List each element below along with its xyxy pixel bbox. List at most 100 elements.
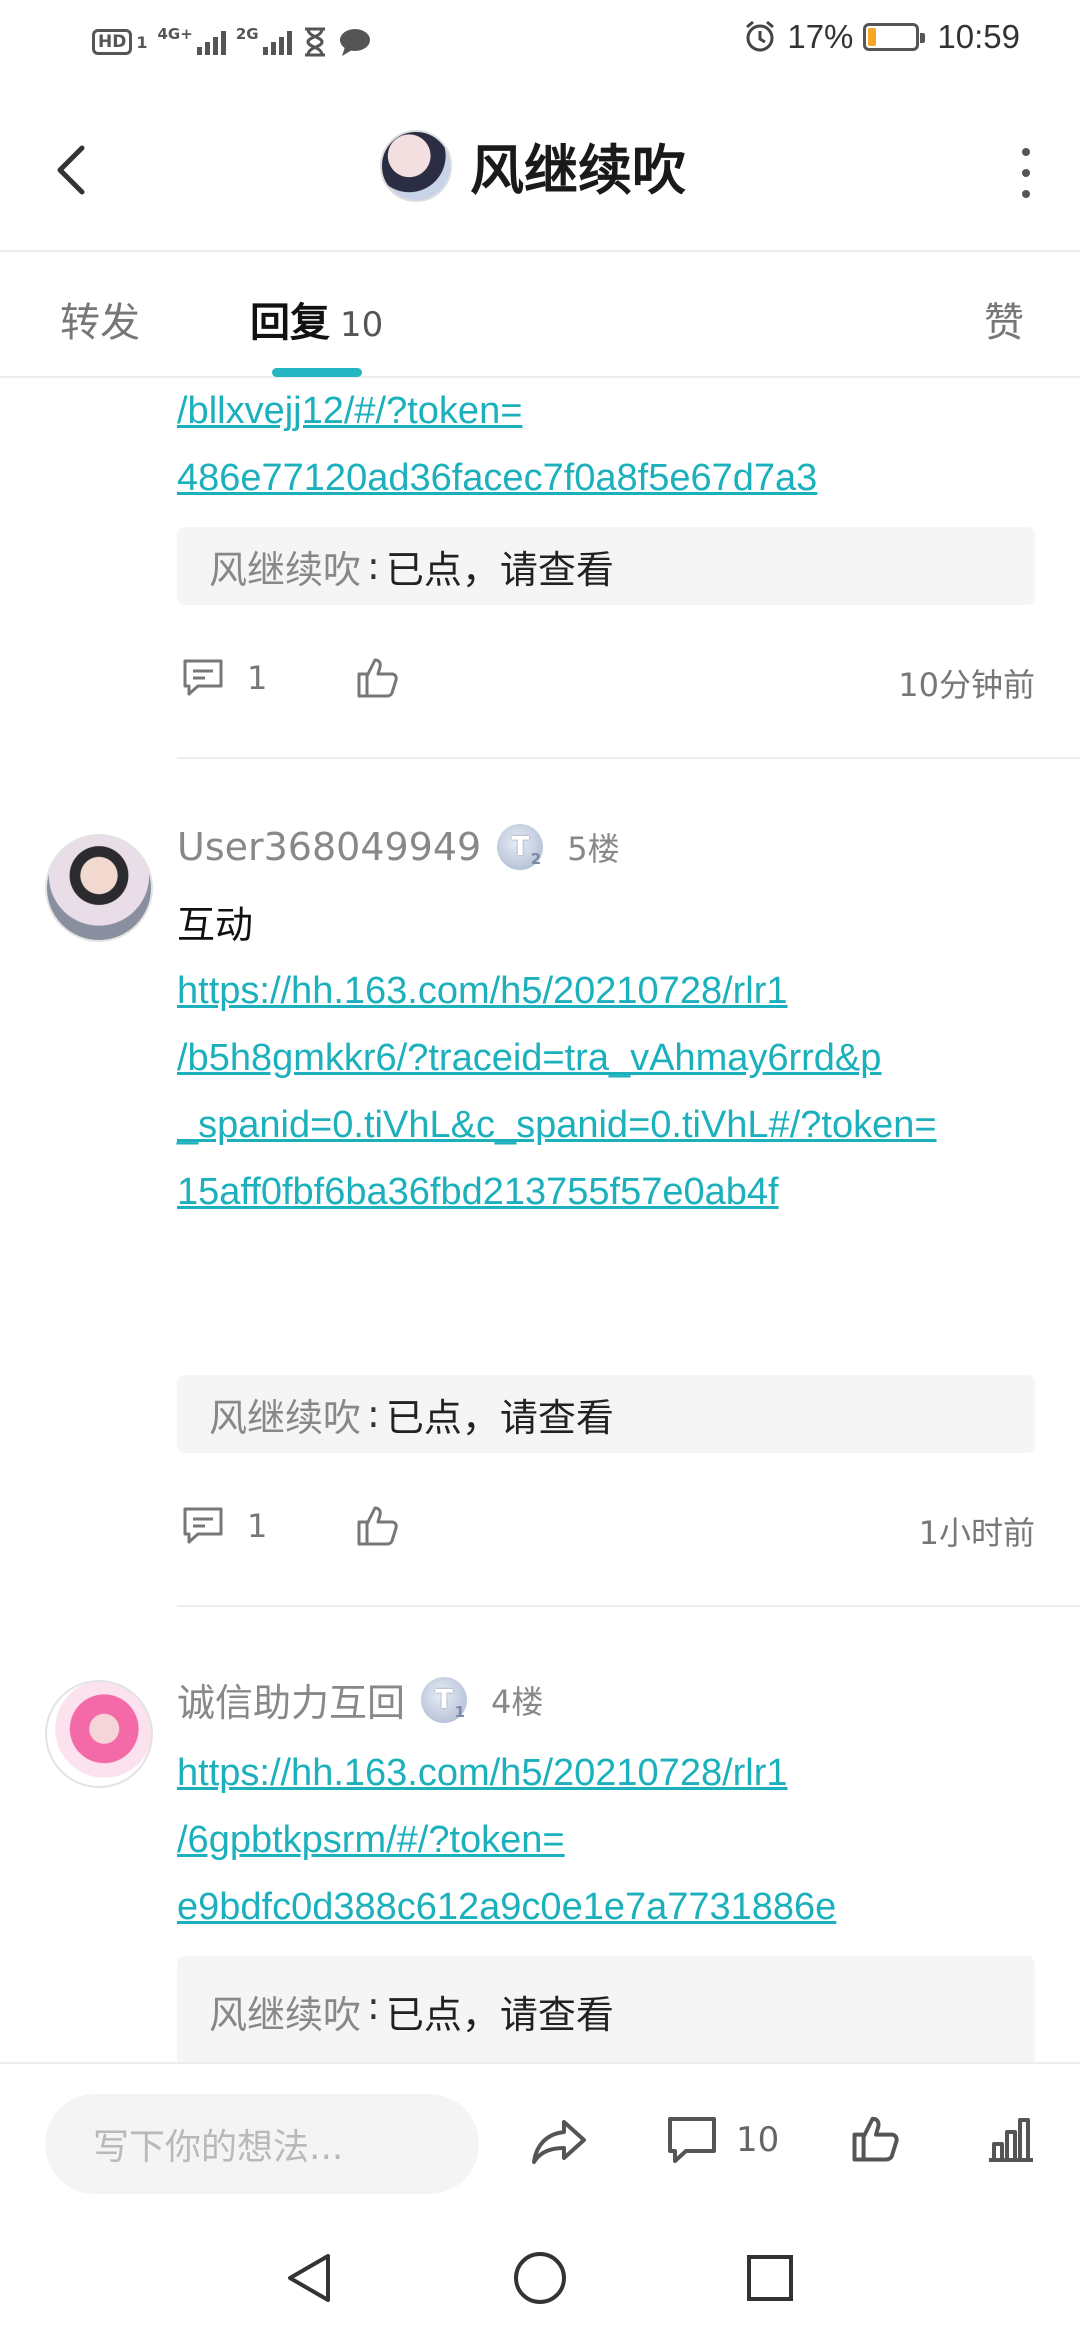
tab-indicator [272,368,362,377]
alarm-icon [746,20,775,52]
username[interactable]: 诚信助力互回 [177,1672,405,1727]
post-link[interactable]: https://hh.163.com/h5/20210728/rlr1 /b5h… [177,958,1037,1226]
clock-time: 10:59 [937,18,1020,55]
post-time: 1小时前 [918,1514,1035,1552]
tab-repost[interactable]: 转发 [60,290,140,348]
share-icon [532,2120,586,2164]
reply-quote[interactable]: 风继续吹 : 已点，请查看 [177,527,1035,605]
battery-icon [863,23,926,51]
thumbs-up-icon [852,2116,899,2162]
battery-percent: 17% [787,18,854,55]
avatar[interactable] [45,1680,153,1788]
more-options-button[interactable] [1016,148,1036,198]
link-line[interactable]: 486e77120ad36facec7f0a8f5e67d7a3 [177,445,1037,512]
signal-icon [262,29,292,55]
link-line[interactable]: /6gpbtkpsrm/#/?token= [177,1807,1037,1874]
post-link[interactable]: https://hh.163.com/h5/20210728/rlr1 /6gp… [177,1740,1037,1941]
link-line[interactable]: 15aff0fbf6ba36fbd213755f57e0ab4f [177,1159,1037,1226]
tab-reply-count: 10 [340,305,384,345]
sim-indicator: 1 [136,32,148,52]
link-line[interactable]: e9bdfc0d388c612a9c0e1e7a7731886e [177,1874,1037,1941]
circle-home-icon [514,2252,566,2304]
bar-chart-icon [989,2118,1033,2162]
level-letter: T [511,832,530,862]
divider [177,757,1080,759]
comment-button[interactable]: 1 [181,1504,267,1548]
link-line[interactable]: https://hh.163.com/h5/20210728/rlr1 [177,1740,1037,1807]
quote-separator: : [367,1984,380,2028]
username[interactable]: User368049949 [177,825,481,869]
avatar[interactable] [380,129,452,202]
hd-badge: HD [92,29,133,55]
comments-button[interactable]: 10 [666,2114,779,2166]
network-type-2: 2G [235,25,259,43]
link-line[interactable]: _spanid=0.tiVhL&c_spanid=0.tiVhL#/?token… [177,1092,1037,1159]
comment-button[interactable]: 1 [181,656,267,700]
link-line[interactable]: /bllxvejj12/#/?token= [177,378,1037,445]
thumbs-up-icon [357,658,398,698]
comment-count: 1 [247,659,268,697]
status-icons-left: HD 1 4G+ 2G [92,22,372,62]
link-line[interactable]: /b5h8gmkkr6/?traceid=tra_vAhmay6rrd&p [177,1025,1037,1092]
nav-home-button[interactable] [512,2250,568,2310]
signal-icon [196,29,226,55]
user-line: 诚信助力互回 T1 4楼 [177,1672,543,1727]
back-button[interactable] [44,140,104,200]
level-number: 1 [454,1702,466,1721]
square-recents-icon [747,2255,793,2301]
tab-bar: 转发 回复 10 赞 [0,254,1080,378]
stats-button[interactable] [986,2114,1036,2168]
post-actions: 1 1小时前 [177,1498,1035,1558]
tab-like[interactable]: 赞 [984,290,1024,348]
reply-quote[interactable]: 风继续吹 : 已点，请查看 [177,1956,1035,2062]
message-icon [339,29,370,56]
comment-icon [183,1507,223,1544]
page-title: 风继续吹 [470,139,686,202]
nav-back-button[interactable] [284,2250,336,2310]
post-time: 10分钟前 [898,666,1035,704]
reply-list[interactable]: /bllxvejj12/#/?token= 486e77120ad36facec… [0,378,1080,2062]
chevron-left-icon [57,145,85,195]
comment-count: 10 [736,2120,780,2160]
comment-icon [183,659,223,696]
like-button[interactable] [850,2112,902,2168]
author-header[interactable]: 风继续吹 [380,126,686,205]
system-nav-bar [0,2222,1080,2340]
level-badge-icon: T1 [421,1676,468,1723]
status-icons-right: 17% 10:59 [743,18,1020,56]
post-text: 互动 [177,903,254,947]
dot-icon [1022,169,1030,177]
post-link[interactable]: /bllxvejj12/#/?token= 486e77120ad36facec… [177,378,1037,512]
avatar[interactable] [45,834,153,942]
tab-reply[interactable]: 回复 10 [250,290,383,348]
level-number: 2 [530,850,542,868]
triangle-back-icon [288,2254,330,2302]
comment-input[interactable]: 写下你的想法... [45,2094,479,2194]
like-button[interactable] [355,654,401,704]
floor-number: 5楼 [567,830,620,868]
network-type-1: 4G+ [157,25,193,43]
bottom-action-bar: 写下你的想法... 10 [0,2062,1080,2222]
nav-recents-button[interactable] [744,2250,796,2310]
quote-author[interactable]: 风继续吹 [209,539,361,594]
level-badge-icon: T2 [497,824,544,870]
level-letter: T [435,1684,453,1715]
quote-author[interactable]: 风继续吹 [209,1387,361,1442]
post-actions: 1 10分钟前 [177,650,1035,710]
reply-quote[interactable]: 风继续吹 : 已点，请查看 [177,1375,1035,1453]
divider [177,1605,1080,1607]
top-app-bar: 风继续吹 [0,90,1080,252]
thumbs-up-icon [357,1506,398,1546]
comment-icon [668,2117,716,2163]
user-line: User368049949 T2 5楼 [177,824,620,870]
share-button[interactable] [530,2116,588,2172]
comment-count: 1 [247,1507,268,1545]
dot-icon [1022,190,1030,198]
quote-author[interactable]: 风继续吹 [209,1984,361,2039]
floor-number: 4楼 [491,1682,544,1721]
link-line[interactable]: https://hh.163.com/h5/20210728/rlr1 [177,958,1037,1025]
quote-text: 已点，请查看 [385,1993,614,2037]
dot-icon [1022,148,1030,156]
quote-text: 已点，请查看 [385,547,614,592]
like-button[interactable] [355,1502,401,1552]
